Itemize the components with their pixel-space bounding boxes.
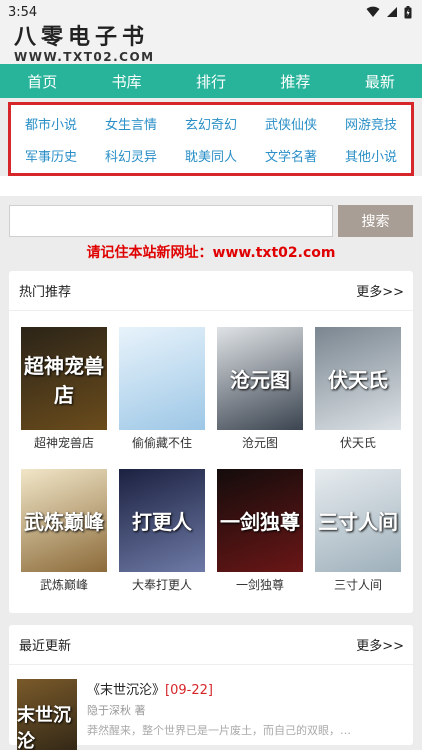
book-cover-text: 超神宠兽店 — [24, 353, 104, 407]
new-url-notice: 请记住本站新网址：www.txt02.com — [86, 245, 336, 261]
book-card[interactable]: 超神宠兽店 超神宠兽店 — [15, 327, 113, 451]
book-cover-text: 武炼巅峰 — [24, 510, 104, 534]
book-cover[interactable]: 一剑独尊 — [217, 469, 303, 572]
wifi-icon — [366, 6, 380, 17]
book-title[interactable]: 大奉打更人 — [132, 576, 192, 593]
recent-book-author: 隐于深秋 著 — [87, 704, 146, 717]
recent-book-info: 《末世沉沦》[09-22] 隐于深秋 著 莽然醒来，整个世界已是一片废土，而自己… — [87, 679, 403, 750]
book-cover[interactable]: 沧元图 — [217, 327, 303, 430]
category-link[interactable]: 文学名著 — [251, 139, 331, 171]
book-title[interactable]: 伏天氏 — [340, 434, 376, 451]
book-cover[interactable]: 超神宠兽店 — [21, 327, 107, 430]
book-card[interactable]: 沧元图 沧元图 — [211, 327, 309, 451]
hot-more-link[interactable]: 更多>> — [356, 281, 404, 300]
book-cover-text: 三寸人间 — [318, 510, 398, 534]
book-cover-text: 一剑独尊 — [220, 510, 300, 534]
battery-icon — [404, 5, 412, 18]
category-link[interactable]: 军事历史 — [11, 139, 91, 171]
nav-library[interactable]: 书库 — [84, 71, 168, 92]
book-card[interactable]: 一剑独尊 一剑独尊 — [211, 469, 309, 593]
status-icons — [366, 5, 412, 19]
hot-header: 热门推荐 更多>> — [9, 271, 413, 311]
book-card[interactable]: 武炼巅峰 武炼巅峰 — [15, 469, 113, 593]
nav-recommend[interactable]: 推荐 — [253, 71, 337, 92]
book-title[interactable]: 沧元图 — [242, 434, 278, 451]
hot-panel: 热门推荐 更多>> 超神宠兽店 超神宠兽店 偷偷藏不住 沧元图 沧元图 伏天氏 伏天氏 武炼巅… — [9, 271, 413, 613]
recent-panel: 最近更新 更多>> 末世沉沦 《末世沉沦》[09-22] 隐于深秋 著 莽然醒来… — [9, 625, 413, 750]
book-card[interactable]: 偷偷藏不住 — [113, 327, 211, 451]
book-title[interactable]: 超神宠兽店 — [34, 434, 94, 451]
nav-home[interactable]: 首页 — [0, 71, 84, 92]
hot-title: 热门推荐 — [19, 285, 72, 300]
category-box: 都市小说 女生言情 玄幻奇幻 武侠仙侠 网游竞技 军事历史 科幻灵异 耽美同人 … — [8, 102, 414, 176]
book-card[interactable]: 打更人 大奉打更人 — [113, 469, 211, 593]
search-input[interactable] — [9, 205, 333, 237]
spacer — [0, 176, 422, 196]
book-cover[interactable]: 三寸人间 — [315, 469, 401, 572]
recent-title: 最近更新 — [19, 639, 72, 654]
category-link[interactable]: 女生言情 — [91, 107, 171, 139]
status-bar: 3:54 — [0, 0, 422, 24]
search-bar: 搜索 — [0, 196, 422, 237]
site-url: WWW.TXT02.COM — [14, 50, 155, 64]
category-link[interactable]: 耽美同人 — [171, 139, 251, 171]
site-header: 八零电子书 WWW.TXT02.COM — [0, 24, 422, 64]
recent-book-title[interactable]: 《末世沉沦》[09-22] — [87, 679, 403, 698]
book-cover[interactable] — [119, 327, 205, 430]
main-nav: 首页 书库 排行 推荐 最新 — [0, 64, 422, 98]
book-title[interactable]: 偷偷藏不住 — [132, 434, 192, 451]
category-link[interactable]: 其他小说 — [331, 139, 411, 171]
nav-ranking[interactable]: 排行 — [169, 71, 253, 92]
category-link[interactable]: 武侠仙侠 — [251, 107, 331, 139]
category-link[interactable]: 网游竞技 — [331, 107, 411, 139]
book-cover[interactable]: 武炼巅峰 — [21, 469, 107, 572]
book-title[interactable]: 一剑独尊 — [236, 576, 284, 593]
book-card[interactable]: 三寸人间 三寸人间 — [309, 469, 407, 593]
recent-book-desc: 莽然醒来，整个世界已是一片废土，而自己的双眼，也变成了…… — [87, 724, 357, 737]
book-cover-text: 伏天氏 — [328, 368, 388, 392]
book-cover[interactable]: 伏天氏 — [315, 327, 401, 430]
book-cover[interactable]: 打更人 — [119, 469, 205, 572]
status-time: 3:54 — [8, 4, 38, 20]
site-logo[interactable]: 八零电子书 — [14, 26, 422, 50]
recent-book-date: [09-22] — [165, 683, 213, 698]
book-title[interactable]: 三寸人间 — [334, 576, 382, 593]
recent-cover-text: 末世沉沦 — [17, 705, 71, 750]
book-cover-text: 打更人 — [132, 510, 192, 534]
recent-more-link[interactable]: 更多>> — [356, 635, 404, 654]
recent-book-cover[interactable]: 末世沉沦 — [17, 679, 77, 750]
category-link[interactable]: 科幻灵异 — [91, 139, 171, 171]
search-button[interactable]: 搜索 — [338, 205, 413, 237]
book-card[interactable]: 伏天氏 伏天氏 — [309, 327, 407, 451]
recent-book-name[interactable]: 《末世沉沦》 — [87, 683, 165, 698]
category-link[interactable]: 玄幻奇幻 — [171, 107, 251, 139]
book-cover-text: 沧元图 — [230, 368, 290, 392]
recent-header: 最近更新 更多>> — [9, 625, 413, 665]
signal-icon — [387, 7, 397, 17]
recent-book[interactable]: 末世沉沦 《末世沉沦》[09-22] 隐于深秋 著 莽然醒来，整个世界已是一片废… — [9, 665, 413, 750]
nav-latest[interactable]: 最新 — [338, 71, 422, 92]
hot-book-grid: 超神宠兽店 超神宠兽店 偷偷藏不住 沧元图 沧元图 伏天氏 伏天氏 武炼巅峰 武炼巅峰 打更人 大奉… — [9, 311, 413, 593]
category-link[interactable]: 都市小说 — [11, 107, 91, 139]
book-title[interactable]: 武炼巅峰 — [40, 576, 88, 593]
